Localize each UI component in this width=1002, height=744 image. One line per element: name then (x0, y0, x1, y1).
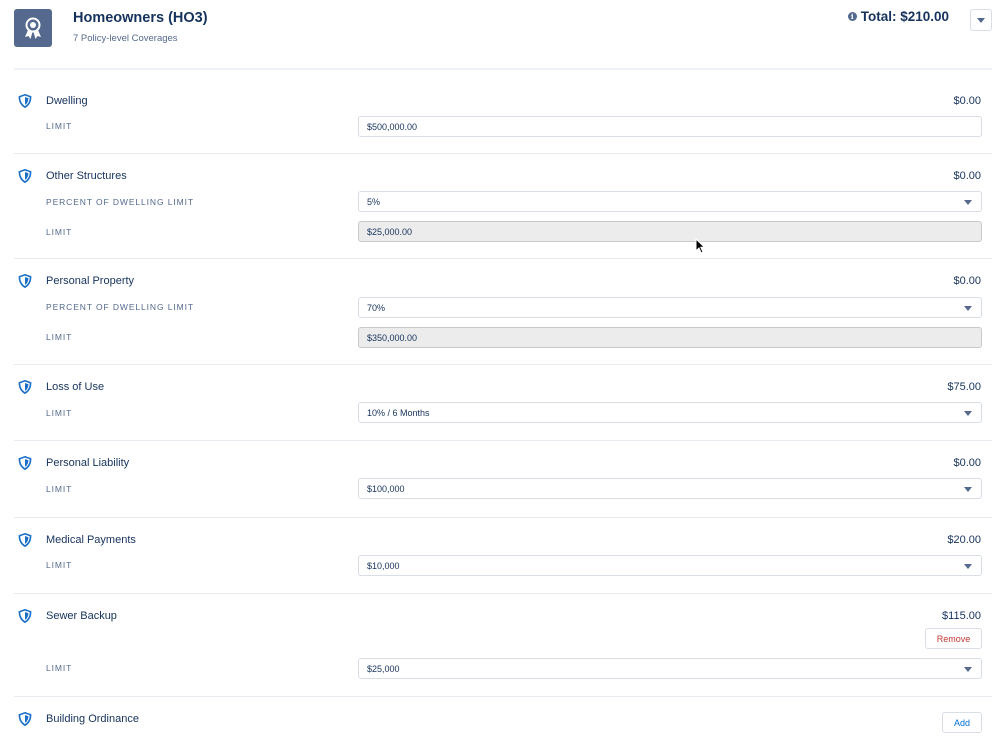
coverage-premium: $0.00 (953, 457, 981, 469)
field-label: PERCENT OF DWELLING LIMIT (46, 302, 194, 312)
coverage-premium: $75.00 (947, 381, 981, 393)
total-amount: Total: $210.00 (860, 9, 949, 24)
field-label: PERCENT OF DWELLING LIMIT (46, 197, 194, 207)
chevron-down-icon (964, 411, 972, 416)
personal-property-percent-select[interactable]: 70% (358, 297, 982, 318)
sewer-backup-limit-select[interactable]: $25,000 (358, 658, 982, 679)
field-label: LIMIT (46, 560, 73, 570)
chevron-down-icon (964, 667, 972, 672)
header-divider (14, 68, 992, 70)
remove-coverage-button[interactable]: Remove (925, 628, 982, 649)
field-label: LIMIT (46, 484, 73, 494)
page-title: Homeowners (HO3) (73, 10, 208, 26)
coverage-name: Dwelling (46, 95, 88, 107)
dwelling-limit-input[interactable]: $500,000.00 (358, 116, 982, 137)
field-label: LIMIT (46, 121, 73, 131)
mouse-cursor-icon (695, 238, 705, 254)
shield-icon (18, 94, 32, 108)
coverage-name: Loss of Use (46, 381, 105, 393)
loss-of-use-limit-select[interactable]: 10% / 6 Months (358, 402, 982, 423)
select-value: $100,000 (367, 483, 405, 494)
section-divider (14, 153, 992, 154)
chevron-down-icon (964, 564, 972, 569)
section-divider (14, 593, 992, 594)
readonly-value: $350,000.00 (367, 332, 418, 343)
coverage-name: Personal Property (46, 275, 135, 287)
shield-icon (18, 274, 32, 288)
shield-icon (18, 609, 32, 623)
select-value: 5% (367, 196, 381, 207)
coverage-premium: $0.00 (953, 275, 981, 287)
actions-menu-button[interactable] (970, 9, 992, 31)
chevron-down-icon (964, 487, 972, 492)
shield-icon (18, 380, 32, 394)
shield-icon (18, 712, 32, 726)
award-icon (14, 9, 52, 47)
select-value: $10,000 (367, 560, 400, 571)
add-coverage-button[interactable]: Add (942, 712, 982, 733)
field-label: LIMIT (46, 408, 73, 418)
shield-icon (18, 533, 32, 547)
personal-liability-limit-select[interactable]: $100,000 (358, 478, 982, 499)
personal-property-limit-field: $350,000.00 (358, 327, 982, 348)
header: Homeowners (HO3) 7 Policy-level Coverage… (0, 0, 1002, 70)
total-display: i Total: $210.00 (847, 9, 949, 24)
field-label: LIMIT (46, 663, 73, 673)
coverage-premium: $0.00 (953, 170, 981, 182)
select-value: $25,000 (367, 663, 400, 674)
other-structures-limit-field: $25,000.00 (358, 221, 982, 242)
section-divider (14, 440, 992, 441)
field-label: LIMIT (46, 332, 73, 342)
coverage-name: Building Ordinance (46, 713, 139, 725)
page-subtitle: 7 Policy-level Coverages (73, 33, 178, 44)
coverage-premium: $0.00 (953, 95, 981, 107)
select-value: 10% / 6 Months (367, 407, 430, 418)
coverage-name: Medical Payments (46, 534, 136, 546)
section-divider (14, 517, 992, 518)
coverage-premium: $115.00 (942, 610, 981, 622)
chevron-down-icon (964, 200, 972, 205)
other-structures-percent-select[interactable]: 5% (358, 191, 982, 212)
coverage-name: Personal Liability (46, 457, 130, 469)
section-divider (14, 696, 992, 697)
input-value: $500,000.00 (367, 121, 418, 132)
shield-icon (18, 169, 32, 183)
medical-payments-limit-select[interactable]: $10,000 (358, 555, 982, 576)
chevron-down-icon (964, 306, 972, 311)
coverage-name: Sewer Backup (46, 610, 117, 622)
coverage-premium: $20.00 (947, 534, 981, 546)
info-icon[interactable]: i (847, 12, 857, 21)
readonly-value: $25,000.00 (367, 226, 413, 237)
section-divider (14, 258, 992, 259)
coverage-name: Other Structures (46, 170, 127, 182)
field-label: LIMIT (46, 227, 73, 237)
chevron-down-icon (977, 17, 985, 23)
section-divider (14, 364, 992, 365)
select-value: 70% (367, 302, 386, 313)
shield-icon (18, 456, 32, 470)
